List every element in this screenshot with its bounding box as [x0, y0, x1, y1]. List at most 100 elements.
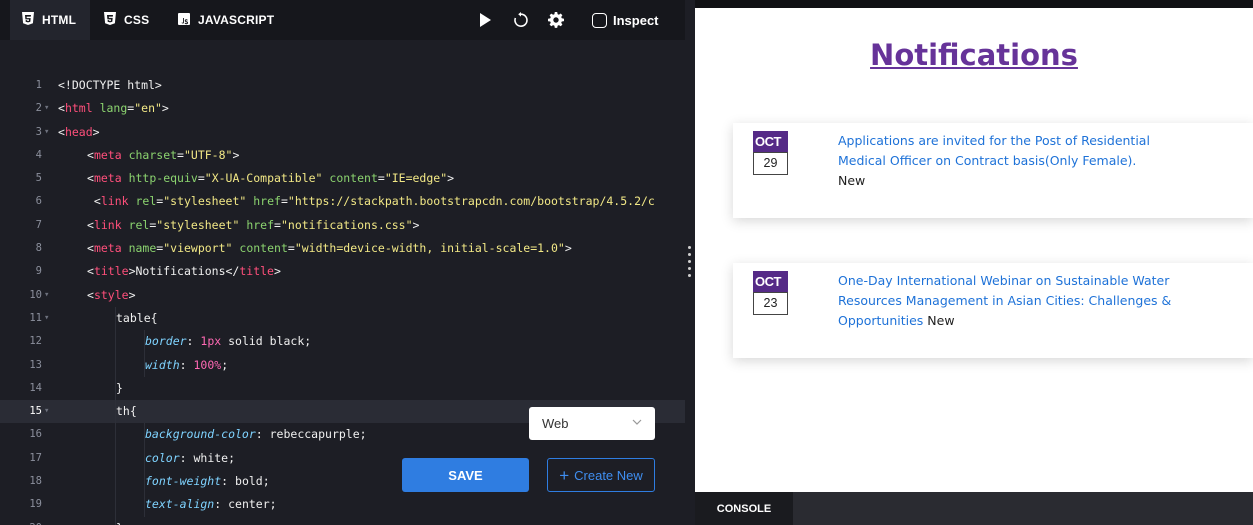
- device-select[interactable]: Web: [529, 407, 655, 440]
- code-line[interactable]: 5 <meta http-equiv="X-UA-Compatible" cont…: [0, 167, 685, 190]
- code-line[interactable]: 19 text-align: center;: [0, 493, 685, 517]
- code-line[interactable]: 4 <meta charset="UTF-8">: [0, 144, 685, 167]
- date-day: 23: [753, 292, 788, 315]
- code-token: <: [87, 217, 94, 232]
- code-token: href: [253, 194, 281, 209]
- create-new-button[interactable]: + Create New: [547, 458, 655, 492]
- css3-icon: [104, 12, 116, 28]
- code-token: "notifications.css": [280, 217, 413, 232]
- new-badge: New: [838, 173, 866, 188]
- code-text: <head>: [58, 121, 100, 144]
- code-token: "en": [134, 101, 162, 116]
- code-token: =: [280, 194, 288, 209]
- fold-arrow-icon[interactable]: ▾: [44, 307, 49, 330]
- console-tab[interactable]: CONSOLE: [695, 492, 793, 525]
- pane-splitter[interactable]: [685, 0, 695, 525]
- date-month: OCT: [753, 271, 788, 292]
- date-badge: OCT 23: [753, 271, 788, 315]
- code-token: http-equiv: [128, 171, 198, 186]
- code-token: rel: [128, 217, 150, 232]
- code-token: head: [64, 124, 93, 139]
- code-token: :: [179, 357, 194, 372]
- save-button[interactable]: SAVE: [402, 458, 529, 492]
- notification-link[interactable]: One-Day International Webinar on Sustain…: [838, 273, 1171, 328]
- fold-arrow-icon[interactable]: ▾: [44, 121, 49, 144]
- code-token: >: [232, 147, 240, 162]
- code-token: meta: [93, 147, 122, 162]
- code-line[interactable]: 3 ▾ <head>: [0, 121, 685, 144]
- line-number: 9: [35, 265, 42, 278]
- code-line[interactable]: 12 border: 1px solid black;: [0, 330, 685, 354]
- tab-html[interactable]: HTML: [10, 0, 90, 40]
- reset-icon: [514, 12, 528, 27]
- code-token: text-align: [145, 497, 215, 512]
- indent-guide: [115, 470, 116, 494]
- code-token: solid black;: [221, 334, 312, 349]
- save-label: SAVE: [448, 467, 483, 483]
- code-token: html: [64, 101, 93, 116]
- inspect-toggle[interactable]: Inspect: [592, 10, 682, 30]
- new-badge: New: [927, 313, 955, 328]
- notification-card: OCT 29 Applications are invited for the …: [733, 123, 1253, 218]
- code-token: }: [116, 521, 123, 525]
- code-token: style: [93, 287, 129, 302]
- code-line[interactable]: 6 <link rel="stylesheet" href="https://s…: [0, 190, 685, 213]
- settings-button[interactable]: [546, 10, 566, 30]
- code-token: meta: [93, 171, 122, 186]
- code-token: name: [128, 241, 157, 256]
- code-line[interactable]: 20}: [0, 516, 685, 525]
- code-token: =: [377, 171, 385, 186]
- code-line[interactable]: 1 <!DOCTYPE html>: [0, 74, 685, 97]
- code-text: <style>: [87, 284, 136, 307]
- code-token: <: [87, 241, 94, 256]
- line-number: 20: [0, 517, 42, 525]
- code-text: font-weight: bold;: [145, 470, 270, 493]
- fold-arrow-icon[interactable]: ▾: [44, 97, 49, 120]
- code-token: width: [145, 357, 180, 372]
- fold-arrow-icon[interactable]: ▾: [44, 284, 49, 307]
- code-line[interactable]: 10 ▾ <style>: [0, 284, 685, 307]
- tab-label: CSS: [124, 13, 150, 27]
- line-number: 13: [29, 358, 42, 371]
- date-day: 29: [753, 152, 788, 175]
- code-line[interactable]: 14}: [0, 376, 685, 401]
- tab-javascript[interactable]: JAVASCRIPT: [178, 0, 288, 40]
- notification-link[interactable]: Applications are invited for the Post of…: [838, 133, 1150, 168]
- code-token: <: [87, 194, 101, 209]
- code-line[interactable]: 13 width: 100%;: [0, 353, 685, 377]
- code-token: "IE=edge": [384, 171, 448, 186]
- page-title: Notifications: [870, 38, 1078, 72]
- code-line[interactable]: 7 <link rel="stylesheet" href="notificati…: [0, 214, 685, 237]
- indent-guide: [115, 353, 116, 377]
- code-line[interactable]: 2 ▾ <html lang="en">: [0, 97, 685, 120]
- code-text: <meta charset="UTF-8">: [87, 144, 239, 167]
- indent-guide: [115, 446, 116, 471]
- code-token: "X-UA-Compatible": [204, 171, 323, 186]
- code-line[interactable]: 11 ▾ table{: [0, 306, 685, 331]
- tab-css[interactable]: CSS: [104, 0, 164, 40]
- line-number: 19: [29, 498, 42, 511]
- code-line[interactable]: 9 <title>Notifications</title>: [0, 260, 685, 283]
- line-number: 15: [29, 405, 42, 418]
- code-token: 1px: [200, 334, 222, 349]
- tab-label: HTML: [42, 13, 77, 27]
- code-token: meta: [93, 241, 122, 256]
- indent-guide: [115, 330, 116, 354]
- code-text: text-align: center;: [145, 493, 277, 516]
- code-token: table{: [116, 310, 158, 325]
- code-text: table{: [116, 307, 158, 330]
- code-token: : bold;: [221, 474, 270, 489]
- code-token: : rebeccapurple;: [255, 427, 367, 442]
- code-token: "UTF-8": [183, 147, 233, 162]
- code-token: title: [93, 264, 129, 279]
- code-token: rel: [135, 194, 157, 209]
- code-token: <: [87, 147, 94, 162]
- code-line[interactable]: 8 <meta name="viewport" content="width=de…: [0, 237, 685, 260]
- fold-arrow-icon[interactable]: ▾: [44, 400, 49, 423]
- date-badge: OCT 29: [753, 131, 788, 175]
- run-button[interactable]: [476, 10, 494, 30]
- reset-button[interactable]: [510, 10, 532, 30]
- notification-text: Applications are invited for the Post of…: [838, 131, 1178, 191]
- line-number: 8: [35, 242, 42, 255]
